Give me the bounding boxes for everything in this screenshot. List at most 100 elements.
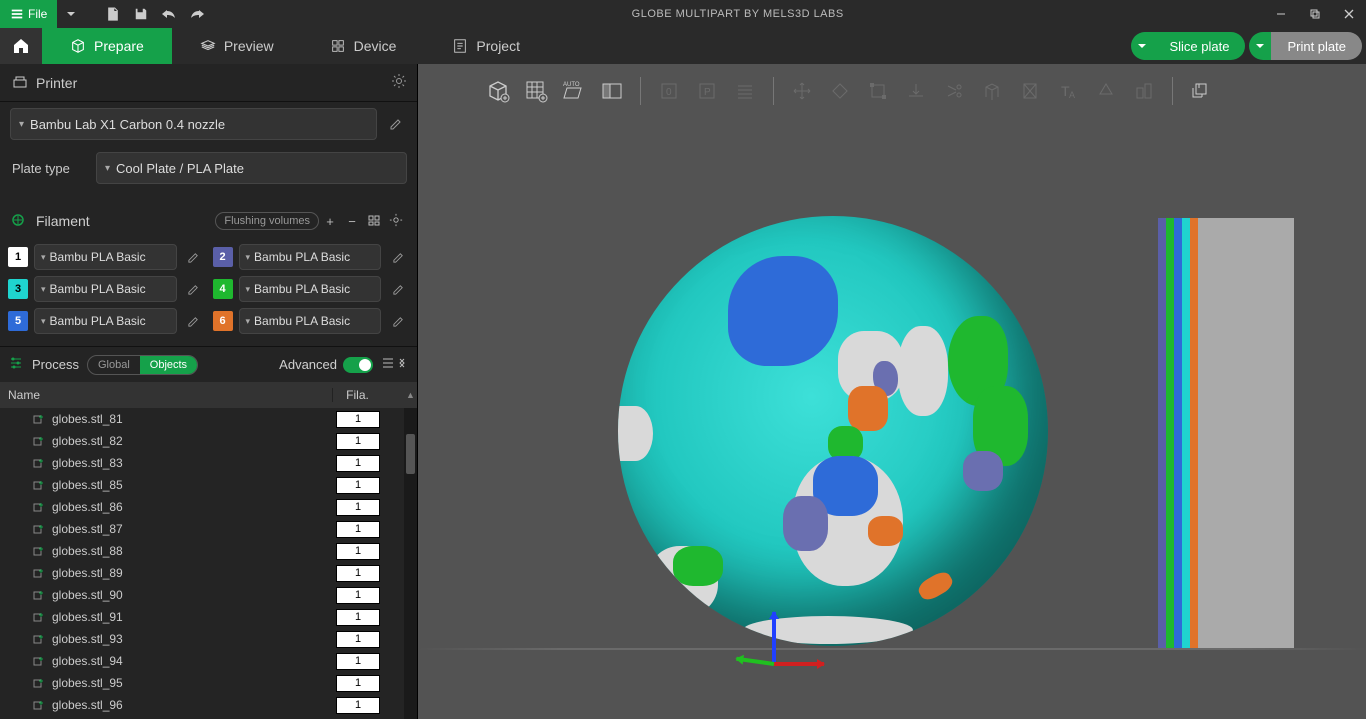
redo-icon[interactable] — [183, 0, 211, 28]
object-row[interactable]: globes.stl_85 1 — [0, 474, 404, 496]
object-filament[interactable]: 1 — [336, 609, 380, 626]
flushing-volumes-button[interactable]: Flushing volumes — [215, 212, 319, 230]
object-row[interactable]: globes.stl_90 1 — [0, 584, 404, 606]
filament-swatch-4[interactable]: 4 — [213, 279, 233, 299]
new-file-icon[interactable] — [99, 0, 127, 28]
viewport[interactable]: AUTO 0 P TA — [418, 64, 1366, 719]
object-filament[interactable]: 1 — [336, 455, 380, 472]
print-chevron-icon[interactable] — [1249, 32, 1271, 60]
advanced-toggle[interactable] — [343, 357, 373, 373]
object-row[interactable]: globes.stl_81 1 — [0, 408, 404, 430]
measure-tool-icon[interactable] — [1088, 73, 1124, 109]
print-plate-button[interactable]: Print plate — [1249, 32, 1362, 60]
mesh-tool-icon[interactable] — [974, 73, 1010, 109]
fila-column-header[interactable]: Fila. — [332, 388, 382, 402]
globe-model[interactable] — [618, 216, 1048, 646]
object-filament[interactable]: 1 — [336, 653, 380, 670]
flatten-tool-icon[interactable] — [898, 73, 934, 109]
tab-project[interactable]: Project — [424, 28, 548, 64]
mode-toggle[interactable]: Global Objects — [87, 355, 198, 375]
filament-swatch-1[interactable]: 1 — [8, 247, 28, 267]
undo-icon[interactable] — [155, 0, 183, 28]
filament-dropdown-2[interactable]: ▾Bambu PLA Basic — [239, 244, 382, 270]
object-filament[interactable]: 1 — [336, 411, 380, 428]
sync-filament-icon[interactable] — [363, 213, 385, 230]
object-row[interactable]: globes.stl_86 1 — [0, 496, 404, 518]
object-row[interactable]: globes.stl_93 1 — [0, 628, 404, 650]
tool-plate-icon[interactable]: P — [689, 73, 725, 109]
support-tool-icon[interactable] — [1012, 73, 1048, 109]
edit-filament-icon[interactable] — [183, 283, 205, 296]
tab-device[interactable]: Device — [302, 28, 425, 64]
object-row[interactable]: globes.stl_89 1 — [0, 562, 404, 584]
object-row[interactable]: globes.stl_87 1 — [0, 518, 404, 540]
filament-dropdown-4[interactable]: ▾Bambu PLA Basic — [239, 276, 382, 302]
filament-dropdown-1[interactable]: ▾Bambu PLA Basic — [34, 244, 177, 270]
filament-swatch-2[interactable]: 2 — [213, 247, 233, 267]
move-tool-icon[interactable] — [784, 73, 820, 109]
edit-filament-icon[interactable] — [387, 315, 409, 328]
file-menu[interactable]: File — [0, 0, 57, 28]
filament-dropdown-5[interactable]: ▾Bambu PLA Basic — [34, 308, 177, 334]
filament-swatch-6[interactable]: 6 — [213, 311, 233, 331]
filament-swatch-3[interactable]: 3 — [8, 279, 28, 299]
object-row[interactable]: globes.stl_91 1 — [0, 606, 404, 628]
object-filament[interactable]: 1 — [336, 675, 380, 692]
add-cube-icon[interactable] — [480, 73, 516, 109]
printer-model-dropdown[interactable]: ▾ Bambu Lab X1 Carbon 0.4 nozzle — [10, 108, 377, 140]
auto-arrange-icon[interactable]: AUTO — [556, 73, 592, 109]
object-row[interactable]: globes.stl_83 1 — [0, 452, 404, 474]
maximize-button[interactable] — [1298, 0, 1332, 28]
tool-layers-icon[interactable] — [727, 73, 763, 109]
object-row[interactable]: globes.stl_95 1 — [0, 672, 404, 694]
remove-filament-icon[interactable]: − — [341, 214, 363, 229]
filament-dropdown-3[interactable]: ▾Bambu PLA Basic — [34, 276, 177, 302]
object-filament[interactable]: 1 — [336, 697, 380, 714]
object-row[interactable]: globes.stl_94 1 — [0, 650, 404, 672]
scroll-up-icon[interactable]: ▲ — [404, 390, 417, 400]
file-dropdown[interactable] — [57, 0, 85, 28]
tab-prepare[interactable]: Prepare — [42, 28, 172, 64]
filament-swatch-5[interactable]: 5 — [8, 311, 28, 331]
tool-orient-icon[interactable]: 0 — [651, 73, 687, 109]
cut-tool-icon[interactable] — [936, 73, 972, 109]
scrollbar-thumb[interactable] — [406, 434, 415, 474]
list-view-icon[interactable] — [381, 356, 395, 373]
object-row[interactable]: globes.stl_88 1 — [0, 540, 404, 562]
object-filament[interactable]: 1 — [336, 587, 380, 604]
plate-type-dropdown[interactable]: ▾ Cool Plate / PLA Plate — [96, 152, 407, 184]
minimize-button[interactable] — [1264, 0, 1298, 28]
tab-preview[interactable]: Preview — [172, 28, 302, 64]
assembly-view-icon[interactable] — [1183, 73, 1219, 109]
save-icon[interactable] — [127, 0, 155, 28]
edit-filament-icon[interactable] — [387, 283, 409, 296]
mode-objects[interactable]: Objects — [140, 356, 197, 374]
object-filament[interactable]: 1 — [336, 543, 380, 560]
object-filament[interactable]: 1 — [336, 477, 380, 494]
split-view-icon[interactable] — [594, 73, 630, 109]
rotate-tool-icon[interactable] — [822, 73, 858, 109]
printer-settings-icon[interactable] — [391, 73, 407, 92]
add-filament-icon[interactable]: + — [319, 214, 341, 229]
mode-global[interactable]: Global — [88, 356, 140, 374]
scrollbar[interactable] — [404, 408, 417, 719]
object-filament[interactable]: 1 — [336, 433, 380, 450]
object-filament[interactable]: 1 — [336, 565, 380, 582]
add-plate-icon[interactable] — [518, 73, 554, 109]
slice-chevron-icon[interactable] — [1131, 32, 1153, 60]
object-filament[interactable]: 1 — [336, 499, 380, 516]
edit-filament-icon[interactable] — [387, 251, 409, 264]
text-tool-icon[interactable]: TA — [1050, 73, 1086, 109]
object-row[interactable]: globes.stl_82 1 — [0, 430, 404, 452]
close-button[interactable] — [1332, 0, 1366, 28]
assembly-tool-icon[interactable] — [1126, 73, 1162, 109]
edit-filament-icon[interactable] — [183, 315, 205, 328]
object-filament[interactable]: 1 — [336, 631, 380, 648]
edit-filament-icon[interactable] — [183, 251, 205, 264]
slice-plate-button[interactable]: Slice plate — [1131, 32, 1245, 60]
expand-icon[interactable] — [395, 356, 409, 373]
scale-tool-icon[interactable] — [860, 73, 896, 109]
filament-dropdown-6[interactable]: ▾Bambu PLA Basic — [239, 308, 382, 334]
object-row[interactable]: globes.stl_96 1 — [0, 694, 404, 716]
edit-printer-icon[interactable] — [385, 117, 407, 131]
